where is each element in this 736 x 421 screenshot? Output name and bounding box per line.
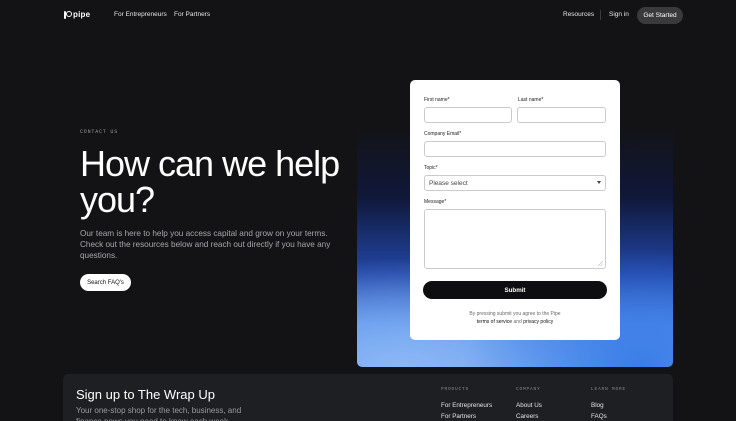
footer-link-careers[interactable]: Careers	[516, 413, 538, 420]
footer-link-faqs[interactable]: FAQs	[591, 413, 607, 420]
message-textarea[interactable]	[424, 209, 606, 269]
nav-divider	[600, 10, 601, 20]
topic-label: Topic*	[424, 165, 438, 171]
chevron-down-icon	[597, 181, 601, 184]
topic-selected-value: Please select	[429, 179, 468, 187]
newsletter-subtitle: Your one-stop shop for the tech, busines…	[76, 406, 242, 421]
first-name-field[interactable]	[424, 107, 512, 123]
company-email-label: Company Email*	[424, 131, 462, 137]
last-name-field[interactable]	[517, 107, 606, 123]
footer-link-entrepreneurs[interactable]: For Entrepreneurs	[441, 402, 492, 409]
footer-link-partners[interactable]: For Partners	[441, 413, 476, 420]
nav-link-partners[interactable]: For Partners	[174, 11, 210, 18]
privacy-policy-link[interactable]: privacy policy	[523, 319, 553, 325]
last-name-label: Last name*	[518, 97, 544, 103]
get-started-button[interactable]: Get Started	[637, 7, 683, 24]
company-heading: COMPANY	[516, 387, 541, 392]
contact-form: First name* Last name* Company Email* To…	[410, 80, 620, 340]
search-faqs-button[interactable]: Search FAQ's	[80, 274, 131, 291]
footer-link-about-us[interactable]: About Us	[516, 402, 542, 409]
logo[interactable]: pipe	[64, 10, 90, 19]
newsletter-title: Sign up to The Wrap Up	[76, 387, 215, 402]
sign-in-link[interactable]: Sign in	[609, 11, 629, 18]
learn-more-heading: LEARN MORE	[591, 387, 627, 392]
hero-subtitle: Our team is here to help you access capi…	[80, 229, 331, 260]
nav-link-entrepreneurs[interactable]: For Entrepreneurs	[114, 11, 167, 18]
pipe-logo-icon	[64, 10, 72, 19]
products-heading: PRODUCTS	[441, 387, 470, 392]
terms-of-service-link[interactable]: terms of service	[477, 319, 512, 325]
legal-text: By pressing submit you agree to the Pipe	[469, 311, 561, 317]
logo-text: pipe	[73, 10, 91, 19]
legal-links: terms of service and privacy policy	[410, 319, 620, 325]
footer-panel: Sign up to The Wrap Up Your one-stop sho…	[63, 374, 673, 421]
legal-and: and	[513, 319, 522, 325]
page-title: How can we help you?	[80, 143, 340, 220]
footer-link-blog[interactable]: Blog	[591, 402, 604, 409]
submit-button[interactable]: Submit	[423, 281, 607, 299]
topic-select[interactable]: Please select	[424, 175, 606, 191]
resize-handle-icon[interactable]	[598, 261, 603, 266]
eyebrow-label: CONTACT US	[80, 129, 119, 135]
nav-link-resources[interactable]: Resources	[563, 11, 594, 18]
message-label: Message*	[424, 199, 447, 205]
company-email-field[interactable]	[424, 141, 606, 157]
top-nav: pipe For Entrepreneurs For Partners Reso…	[0, 0, 736, 32]
first-name-label: First name*	[424, 97, 450, 103]
